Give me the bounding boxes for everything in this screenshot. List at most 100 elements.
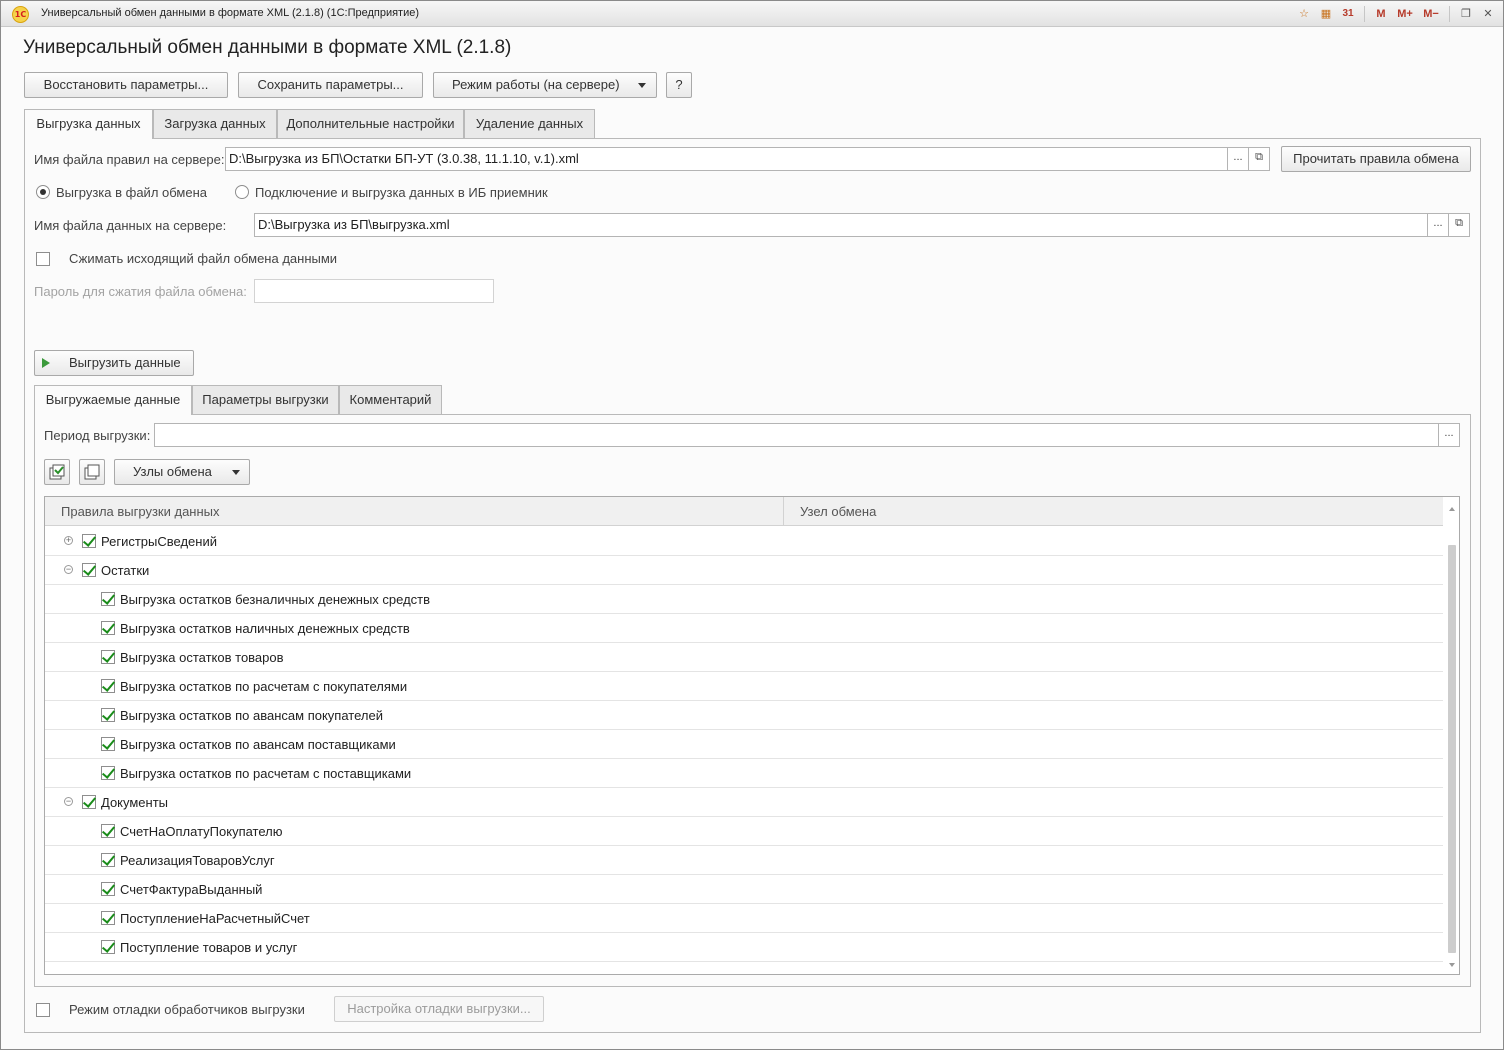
table-row[interactable]: СчетФактураВыданный xyxy=(45,875,1443,904)
row-label: РегистрыСведений xyxy=(101,534,217,549)
row-checkbox[interactable] xyxy=(82,795,96,809)
expand-icon[interactable]: + xyxy=(64,536,73,545)
collapse-icon[interactable]: − xyxy=(64,797,73,806)
rules-file-select-button[interactable]: ... xyxy=(1227,147,1249,171)
period-field[interactable] xyxy=(154,423,1439,447)
table-row[interactable]: Выгрузка остатков товаров xyxy=(45,643,1443,672)
table-row[interactable]: Выгрузка остатков по авансам покупателей xyxy=(45,701,1443,730)
password-label: Пароль для сжатия файла обмена: xyxy=(34,284,247,299)
tab-exported-data[interactable]: Выгружаемые данные xyxy=(34,385,192,415)
chevron-down-icon xyxy=(232,470,240,475)
title-bar-tools: ☆ ▦ 31 M M+ M− ❐ ✕ xyxy=(1295,5,1497,23)
row-checkbox[interactable] xyxy=(101,766,115,780)
row-label: Поступление товаров и услуг xyxy=(120,940,298,955)
row-checkbox[interactable] xyxy=(82,563,96,577)
row-checkbox[interactable] xyxy=(101,824,115,838)
column-divider[interactable] xyxy=(783,497,784,526)
table-row[interactable]: СчетНаОплатуПокупателю xyxy=(45,817,1443,846)
toolbar-divider xyxy=(1364,6,1365,22)
debug-settings-button[interactable]: Настройка отладки выгрузки... xyxy=(334,996,544,1022)
exchange-nodes-dropdown[interactable]: Узлы обмена xyxy=(114,459,250,485)
vertical-scrollbar[interactable] xyxy=(1445,497,1459,974)
table-row[interactable]: Выгрузка остатков наличных денежных сред… xyxy=(45,614,1443,643)
calendar-icon[interactable]: 31 xyxy=(1339,5,1357,23)
table-row[interactable]: − Документы xyxy=(45,788,1443,817)
app-logo-icon: 1С xyxy=(12,6,29,23)
row-label: Выгрузка остатков по расчетам с поставщи… xyxy=(120,766,412,781)
export-data-label: Выгрузить данные xyxy=(69,355,181,370)
table-row[interactable]: + РегистрыСведений xyxy=(45,527,1443,556)
export-data-button[interactable]: Выгрузить данные xyxy=(34,350,194,376)
data-file-label: Имя файла данных на сервере: xyxy=(34,218,227,233)
read-rules-button[interactable]: Прочитать правила обмена xyxy=(1281,146,1471,172)
calculator-icon[interactable]: ▦ xyxy=(1317,5,1335,23)
tab-comment[interactable]: Комментарий xyxy=(339,385,442,414)
mode-dropdown[interactable]: Режим работы (на сервере) xyxy=(433,72,657,98)
debug-mode-checkbox[interactable] xyxy=(36,1003,50,1017)
row-checkbox[interactable] xyxy=(101,621,115,635)
table-row[interactable]: Выгрузка остатков по авансам поставщикам… xyxy=(45,730,1443,759)
application-window: 1С Универсальный обмен данными в формате… xyxy=(0,0,1504,1050)
memory-icon[interactable]: M xyxy=(1372,5,1390,23)
memory-minus-icon[interactable]: M− xyxy=(1420,5,1442,23)
row-checkbox[interactable] xyxy=(101,737,115,751)
tab-import[interactable]: Загрузка данных xyxy=(153,109,277,138)
tab-additional-settings[interactable]: Дополнительные настройки xyxy=(277,109,464,138)
page-title: Универсальный обмен данными в формате XM… xyxy=(23,37,512,58)
row-checkbox[interactable] xyxy=(101,853,115,867)
export-rules-table: Правила выгрузки данных Узел обмена + Рег… xyxy=(44,496,1460,975)
row-checkbox[interactable] xyxy=(101,882,115,896)
tab-export-params[interactable]: Параметры выгрузки xyxy=(192,385,339,414)
row-checkbox[interactable] xyxy=(101,940,115,954)
close-window-icon[interactable]: ✕ xyxy=(1479,5,1497,23)
collapse-icon[interactable]: − xyxy=(64,565,73,574)
password-field[interactable] xyxy=(254,279,494,303)
save-params-button[interactable]: Сохранить параметры... xyxy=(238,72,423,98)
data-file-select-button[interactable]: ... xyxy=(1427,213,1449,237)
rules-file-field[interactable]: D:\Выгрузка из БП\Остатки БП-УТ (3.0.38,… xyxy=(225,147,1228,171)
column-header-node[interactable]: Узел обмена xyxy=(800,504,876,519)
row-label: РеализацияТоваровУслуг xyxy=(120,853,275,868)
table-row[interactable]: РеализацияТоваровУслуг xyxy=(45,846,1443,875)
uncheck-all-button[interactable] xyxy=(79,459,105,485)
period-select-button[interactable]: ... xyxy=(1438,423,1460,447)
table-row[interactable]: Выгрузка остатков по расчетам с покупате… xyxy=(45,672,1443,701)
column-header-rules[interactable]: Правила выгрузки данных xyxy=(61,504,220,519)
row-checkbox[interactable] xyxy=(101,679,115,693)
row-label: Остатки xyxy=(101,563,150,578)
restore-params-button[interactable]: Восстановить параметры... xyxy=(24,72,228,98)
tab-export[interactable]: Выгрузка данных xyxy=(24,109,153,139)
scroll-up-icon[interactable] xyxy=(1449,507,1455,511)
help-button[interactable]: ? xyxy=(666,72,692,98)
mode-radio-file[interactable] xyxy=(36,185,50,199)
table-row[interactable]: Выгрузка остатков безналичных денежных с… xyxy=(45,585,1443,614)
row-label: Документы xyxy=(101,795,169,810)
tab-delete-data[interactable]: Удаление данных xyxy=(464,109,595,138)
row-label: Выгрузка остатков товаров xyxy=(120,650,284,665)
row-checkbox[interactable] xyxy=(101,650,115,664)
chevron-down-icon xyxy=(638,83,646,88)
table-row[interactable]: Поступление товаров и услуг xyxy=(45,933,1443,962)
rules-file-label: Имя файла правил на сервере: xyxy=(34,152,225,167)
compress-label: Сжимать исходящий файл обмена данными xyxy=(69,251,338,266)
memory-plus-icon[interactable]: M+ xyxy=(1394,5,1416,23)
compress-checkbox[interactable] xyxy=(36,252,50,266)
window-title: Универсальный обмен данными в формате XM… xyxy=(41,7,420,19)
favorites-icon[interactable]: ☆ xyxy=(1295,5,1313,23)
table-row[interactable]: ПоступлениеНаРасчетныйСчет xyxy=(45,904,1443,933)
row-checkbox[interactable] xyxy=(82,534,96,548)
table-row[interactable]: − Остатки xyxy=(45,556,1443,585)
row-checkbox[interactable] xyxy=(101,911,115,925)
open-icon[interactable]: ⧉ xyxy=(1248,147,1270,171)
row-checkbox[interactable] xyxy=(101,708,115,722)
row-label: СчетФактураВыданный xyxy=(120,882,263,897)
row-checkbox[interactable] xyxy=(101,592,115,606)
open-icon[interactable]: ⧉ xyxy=(1448,213,1470,237)
check-all-button[interactable] xyxy=(44,459,70,485)
scroll-down-icon[interactable] xyxy=(1449,963,1455,967)
table-row[interactable]: Выгрузка остатков по расчетам с поставщи… xyxy=(45,759,1443,788)
mode-radio-ib[interactable] xyxy=(235,185,249,199)
data-file-field[interactable]: D:\Выгрузка из БП\выгрузка.xml xyxy=(254,213,1428,237)
scrollbar-thumb[interactable] xyxy=(1448,545,1456,953)
restore-window-icon[interactable]: ❐ xyxy=(1457,5,1475,23)
